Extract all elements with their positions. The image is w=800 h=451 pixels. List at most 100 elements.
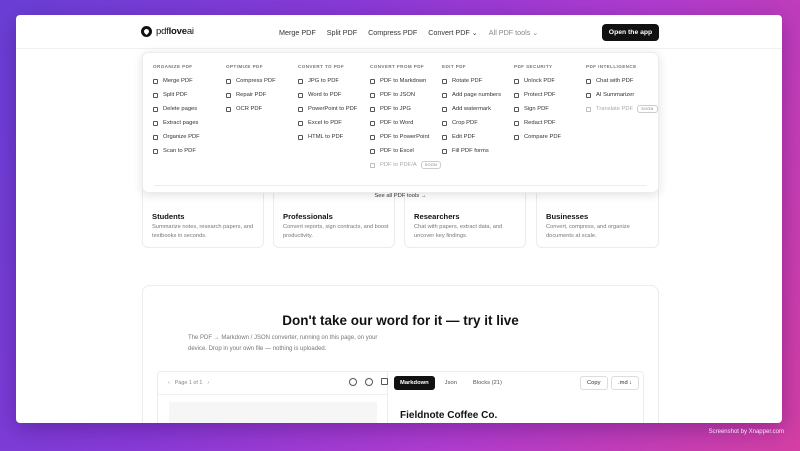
tool-pdf-to-excel[interactable]: PDF to Excel xyxy=(370,144,441,158)
screenshot-watermark: Screenshot by Xnapper.com xyxy=(708,429,784,435)
menu-compress-pdf[interactable]: Compress PDF xyxy=(368,28,417,37)
column-title: ORGANIZE PDF xyxy=(153,64,193,69)
prev-page-icon[interactable]: ‹ xyxy=(168,380,170,386)
document-icon xyxy=(370,162,375,168)
column-organize-pdf: ORGANIZE PDF Merge PDF Split PDF Delete … xyxy=(153,64,200,158)
tool-word-to-pdf[interactable]: Word to PDF xyxy=(298,88,357,102)
card-title: Students xyxy=(152,212,185,221)
tool-repair-pdf[interactable]: Repair PDF xyxy=(226,88,276,102)
word-icon xyxy=(298,92,303,98)
excel-icon xyxy=(298,120,303,126)
dropdown-divider xyxy=(154,185,647,186)
tool-ocr-pdf[interactable]: OCR PDF xyxy=(226,102,276,116)
copy-button[interactable]: Copy xyxy=(580,376,608,390)
tool-scan-to-pdf[interactable]: Scan to PDF xyxy=(153,144,200,158)
redact-icon xyxy=(514,120,519,126)
tool-crop-pdf[interactable]: Crop PDF xyxy=(442,116,501,130)
tool-pdf-to-word[interactable]: PDF to Word xyxy=(370,116,441,130)
all-tools-dropdown: ORGANIZE PDF Merge PDF Split PDF Delete … xyxy=(142,52,659,199)
logo[interactable]: pdfloveai xyxy=(141,26,194,37)
tool-extract-pages[interactable]: Extract pages xyxy=(153,116,200,130)
column-optimize-pdf: OPTIMIZE PDF Compress PDF Repair PDF OCR… xyxy=(226,64,276,116)
tool-add-page-numbers[interactable]: Add page numbers xyxy=(442,88,501,102)
document-icon xyxy=(370,120,375,126)
split-icon xyxy=(153,92,158,98)
tool-sign-pdf[interactable]: Sign PDF xyxy=(514,102,561,116)
form-icon xyxy=(442,148,447,154)
menu-split-pdf[interactable]: Split PDF xyxy=(327,28,357,37)
column-title: OPTIMIZE PDF xyxy=(226,64,263,69)
compress-icon xyxy=(226,78,231,84)
document-icon xyxy=(370,148,375,154)
sparkle-icon xyxy=(586,92,591,98)
code-icon xyxy=(298,134,303,140)
column-title: CONVERT TO PDF xyxy=(298,64,345,69)
tool-fill-pdf-forms[interactable]: Fill PDF forms xyxy=(442,144,501,158)
hash-icon xyxy=(442,92,447,98)
tool-split-pdf[interactable]: Split PDF xyxy=(153,88,200,102)
tool-redact-pdf[interactable]: Redact PDF xyxy=(514,116,561,130)
tool-rotate-pdf[interactable]: Rotate PDF xyxy=(442,74,501,88)
next-page-icon[interactable]: › xyxy=(207,380,209,386)
menu-all-pdf-tools[interactable]: All PDF tools ⌄ xyxy=(489,28,539,37)
tab-blocks[interactable]: Blocks (21) xyxy=(467,376,508,390)
menu-convert-pdf[interactable]: Convert PDF ⌄ xyxy=(428,28,478,37)
column-title: EDIT PDF xyxy=(442,64,467,69)
document-icon xyxy=(370,78,375,84)
tool-compress-pdf[interactable]: Compress PDF xyxy=(226,74,276,88)
tool-pdf-to-jpg[interactable]: PDF to JPG xyxy=(370,102,441,116)
rotate-icon xyxy=(442,78,447,84)
tool-unlock-pdf[interactable]: Unlock PDF xyxy=(514,74,561,88)
logo-heart-icon xyxy=(141,26,152,37)
tool-add-watermark[interactable]: Add watermark xyxy=(442,102,501,116)
tab-json[interactable]: Json xyxy=(439,376,463,390)
tab-markdown[interactable]: Markdown xyxy=(394,376,435,390)
logo-text: pdfloveai xyxy=(156,26,194,37)
extract-icon xyxy=(153,120,158,126)
soon-badge: SOON xyxy=(420,161,442,169)
pdf-preview-pane: ‹ Page 1 of 1 › xyxy=(158,372,388,423)
crop-icon xyxy=(442,120,447,126)
card-title: Researchers xyxy=(414,212,460,221)
tool-merge-pdf[interactable]: Merge PDF xyxy=(153,74,200,88)
powerpoint-icon xyxy=(298,106,303,112)
open-app-button[interactable]: Open the app xyxy=(602,24,659,41)
tool-html-to-pdf[interactable]: HTML to PDF xyxy=(298,130,357,144)
column-title: CONVERT FROM PDF xyxy=(370,64,425,69)
tool-edit-pdf[interactable]: Edit PDF xyxy=(442,130,501,144)
tool-compare-pdf[interactable]: Compare PDF xyxy=(514,130,561,144)
demo-title: Don't take our word for it — try it live xyxy=(282,313,519,328)
card-title: Professionals xyxy=(283,212,333,221)
ocr-icon xyxy=(226,106,231,112)
tool-powerpoint-to-pdf[interactable]: PowerPoint to PDF xyxy=(298,102,357,116)
tool-excel-to-pdf[interactable]: Excel to PDF xyxy=(298,116,357,130)
tool-jpg-to-pdf[interactable]: JPG to PDF xyxy=(298,74,357,88)
menu-merge-pdf[interactable]: Merge PDF xyxy=(279,28,316,37)
tool-protect-pdf[interactable]: Protect PDF xyxy=(514,88,561,102)
column-convert-from-pdf: CONVERT FROM PDF PDF to Markdown PDF to … xyxy=(370,64,442,172)
pencil-icon xyxy=(442,134,447,140)
tool-chat-with-pdf[interactable]: Chat with PDF xyxy=(586,74,658,88)
zoom-out-icon[interactable] xyxy=(349,378,357,386)
card-desc: Chat with papers, extract data, and unco… xyxy=(414,224,503,239)
tool-pdf-to-markdown[interactable]: PDF to Markdown xyxy=(370,74,441,88)
tool-delete-pages[interactable]: Delete pages xyxy=(153,102,200,116)
tool-pdf-to-powerpoint[interactable]: PDF to PowerPoint xyxy=(370,130,441,144)
tool-organize-pdf[interactable]: Organize PDF xyxy=(153,130,200,144)
soon-badge: SOON xyxy=(637,105,658,113)
zoom-in-icon[interactable] xyxy=(365,378,373,386)
camera-icon xyxy=(153,148,158,154)
card-title: Businesses xyxy=(546,212,589,221)
card-desc: Convert reports, sign contracts, and boo… xyxy=(283,224,389,239)
output-tabs: Markdown Json Blocks (21) xyxy=(394,376,508,390)
tool-ai-summarizer[interactable]: AI Summarizer xyxy=(586,88,658,102)
signature-icon xyxy=(514,106,519,112)
fullscreen-icon[interactable] xyxy=(381,378,388,385)
tool-translate-pdf: Translate PDF SOON xyxy=(586,102,658,116)
pdf-page-thumbnail xyxy=(169,402,377,423)
card-desc: Summarize notes, research papers, and te… xyxy=(152,224,254,239)
see-all-tools-link[interactable]: See all PDF tools → xyxy=(143,193,658,199)
tool-pdf-to-json[interactable]: PDF to JSON xyxy=(370,88,441,102)
converter-viewer: ‹ Page 1 of 1 › Markdown Json Blocks (21… xyxy=(157,371,644,423)
download-md-button[interactable]: .md ↓ xyxy=(611,376,640,390)
